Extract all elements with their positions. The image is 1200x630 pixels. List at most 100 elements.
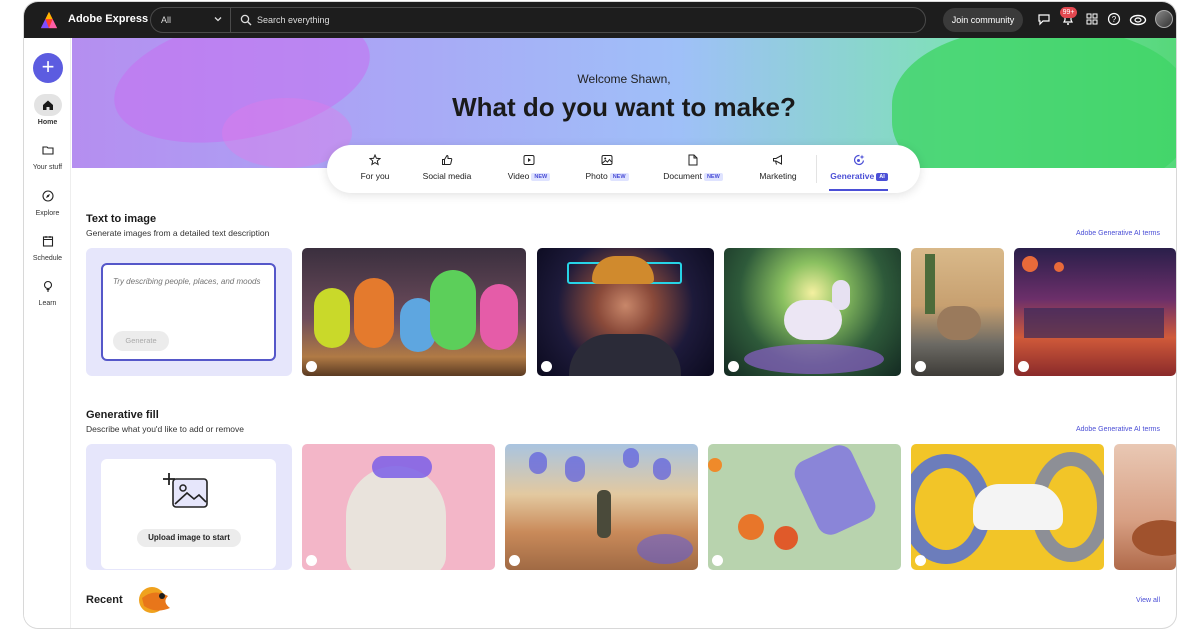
expand-icon[interactable] [728,361,739,372]
compass-icon [34,185,62,207]
expand-icon[interactable] [306,555,317,566]
search-icon [240,14,252,26]
sample-image-bird[interactable] [911,248,1004,376]
video-play-icon [523,155,535,165]
expand-icon[interactable] [915,361,926,372]
hiker-shape [597,490,611,538]
page-title: What do you want to make? [452,92,796,122]
tab-marketing[interactable]: Marketing [755,154,801,181]
tab-for-you[interactable]: For you [359,154,391,181]
expand-icon[interactable] [1018,361,1029,372]
tab-label: Social media [422,171,472,181]
tab-photo[interactable]: Photo NEW [582,154,632,181]
expand-icon[interactable] [541,361,552,372]
section-subtitle-generative-fill: Describe what you'd like to add or remov… [86,424,245,434]
prompt-box[interactable]: Generate [101,263,276,361]
expand-icon[interactable] [509,555,520,566]
thumbs-up-icon [442,154,453,165]
rail-item-home[interactable]: Home [24,94,71,126]
megaphone-icon [773,154,782,165]
expand-icon[interactable] [306,361,317,372]
search-scope-value: All [161,15,172,25]
chat-icon[interactable] [1037,12,1051,26]
photo-icon [601,155,613,165]
upload-image-button[interactable]: Upload image to start [137,529,241,547]
rail-label-schedule: Schedule [32,255,63,262]
sample-image-bowl[interactable] [1114,444,1176,570]
help-icon[interactable]: ? [1107,12,1121,26]
tab-social-media[interactable]: Social media [422,154,472,181]
rail-item-schedule[interactable]: Schedule [24,230,71,262]
tab-video[interactable]: Video NEW [504,154,554,181]
sample-image-cat[interactable] [302,444,495,570]
generative-ai-terms-link[interactable]: Adobe Generative AI terms [1076,426,1160,433]
tab-document[interactable]: Document NEW [662,154,724,181]
owl-shape [430,270,476,350]
prompt-input[interactable] [113,277,263,286]
sample-image-drinks[interactable] [708,444,901,570]
expand-icon[interactable] [712,555,723,566]
folder-icon [34,139,62,161]
section-title-text-to-image: Text to image [86,213,157,225]
app-window: Adobe Express All Join community 99+ ? +… [24,2,1176,628]
upload-dropzone[interactable]: Upload image to start [101,459,276,569]
apps-grid-icon[interactable] [1085,12,1099,26]
join-community-button[interactable]: Join community [943,8,1023,32]
sample-image-unicorn[interactable] [724,248,901,376]
planet-shape [1022,256,1038,272]
sample-image-city[interactable] [1014,248,1176,376]
active-tab-indicator [829,189,888,191]
generative-ai-icon [853,154,865,166]
app-title: Adobe Express [68,13,149,25]
document-icon [688,154,698,166]
svg-text:?: ? [1112,15,1117,24]
new-tag: NEW [703,173,723,181]
beanie-shape [592,256,654,284]
search-bar: All [150,7,926,33]
tab-label: Marketing [759,171,797,181]
star-icon [369,154,381,166]
balloon-shape [565,456,585,482]
recent-project-thumbnail[interactable] [136,584,176,618]
fruit-shape [708,458,722,472]
rail-label-home: Home [37,119,58,126]
sample-image-portrait[interactable] [537,248,714,376]
tab-generative-ai[interactable]: Generative AI [829,154,889,181]
rail-item-explore[interactable]: Explore [24,185,71,217]
generative-ai-terms-link[interactable]: Adobe Generative AI terms [1076,230,1160,237]
rail-item-learn[interactable]: Learn [24,275,71,307]
avatar[interactable] [1155,10,1173,28]
unicorn-shape [832,280,850,310]
text-to-image-panel: Generate [86,248,292,376]
creative-cloud-icon[interactable] [1129,12,1147,26]
new-tag: NEW [531,173,551,181]
category-tabs: For you Social media Video NEW Photo NEW D… [327,145,920,193]
planet-shape [1054,262,1064,272]
bowl-shape [1132,520,1176,556]
palm-shape [925,254,935,314]
welcome-text: Welcome Shawn, [577,72,671,86]
notification-badge: 99+ [1060,7,1077,18]
bird-shape [937,306,981,340]
sample-image-hiker[interactable] [505,444,698,570]
expand-icon[interactable] [915,555,926,566]
tab-label: Video [507,171,530,181]
search-scope-dropdown[interactable]: All [151,8,231,32]
owl-shape [354,278,394,348]
owl-shape [314,288,350,348]
adobe-express-logo[interactable] [40,11,58,29]
sample-image-owls[interactable] [302,248,526,376]
search-input[interactable] [257,13,857,27]
sample-image-sneakers[interactable] [911,444,1104,570]
owl-shape [480,284,518,350]
calendar-icon [34,230,62,252]
view-all-link[interactable]: View all [1136,597,1160,604]
generative-fill-panel: Upload image to start [86,444,292,570]
rail-item-your-stuff[interactable]: Your stuff [24,139,71,171]
fruit-shape [774,526,798,550]
home-icon [33,94,62,116]
create-button[interactable]: + [33,53,63,83]
tab-label: Document [663,171,702,181]
tab-divider [816,155,817,183]
generate-button[interactable]: Generate [113,331,169,351]
